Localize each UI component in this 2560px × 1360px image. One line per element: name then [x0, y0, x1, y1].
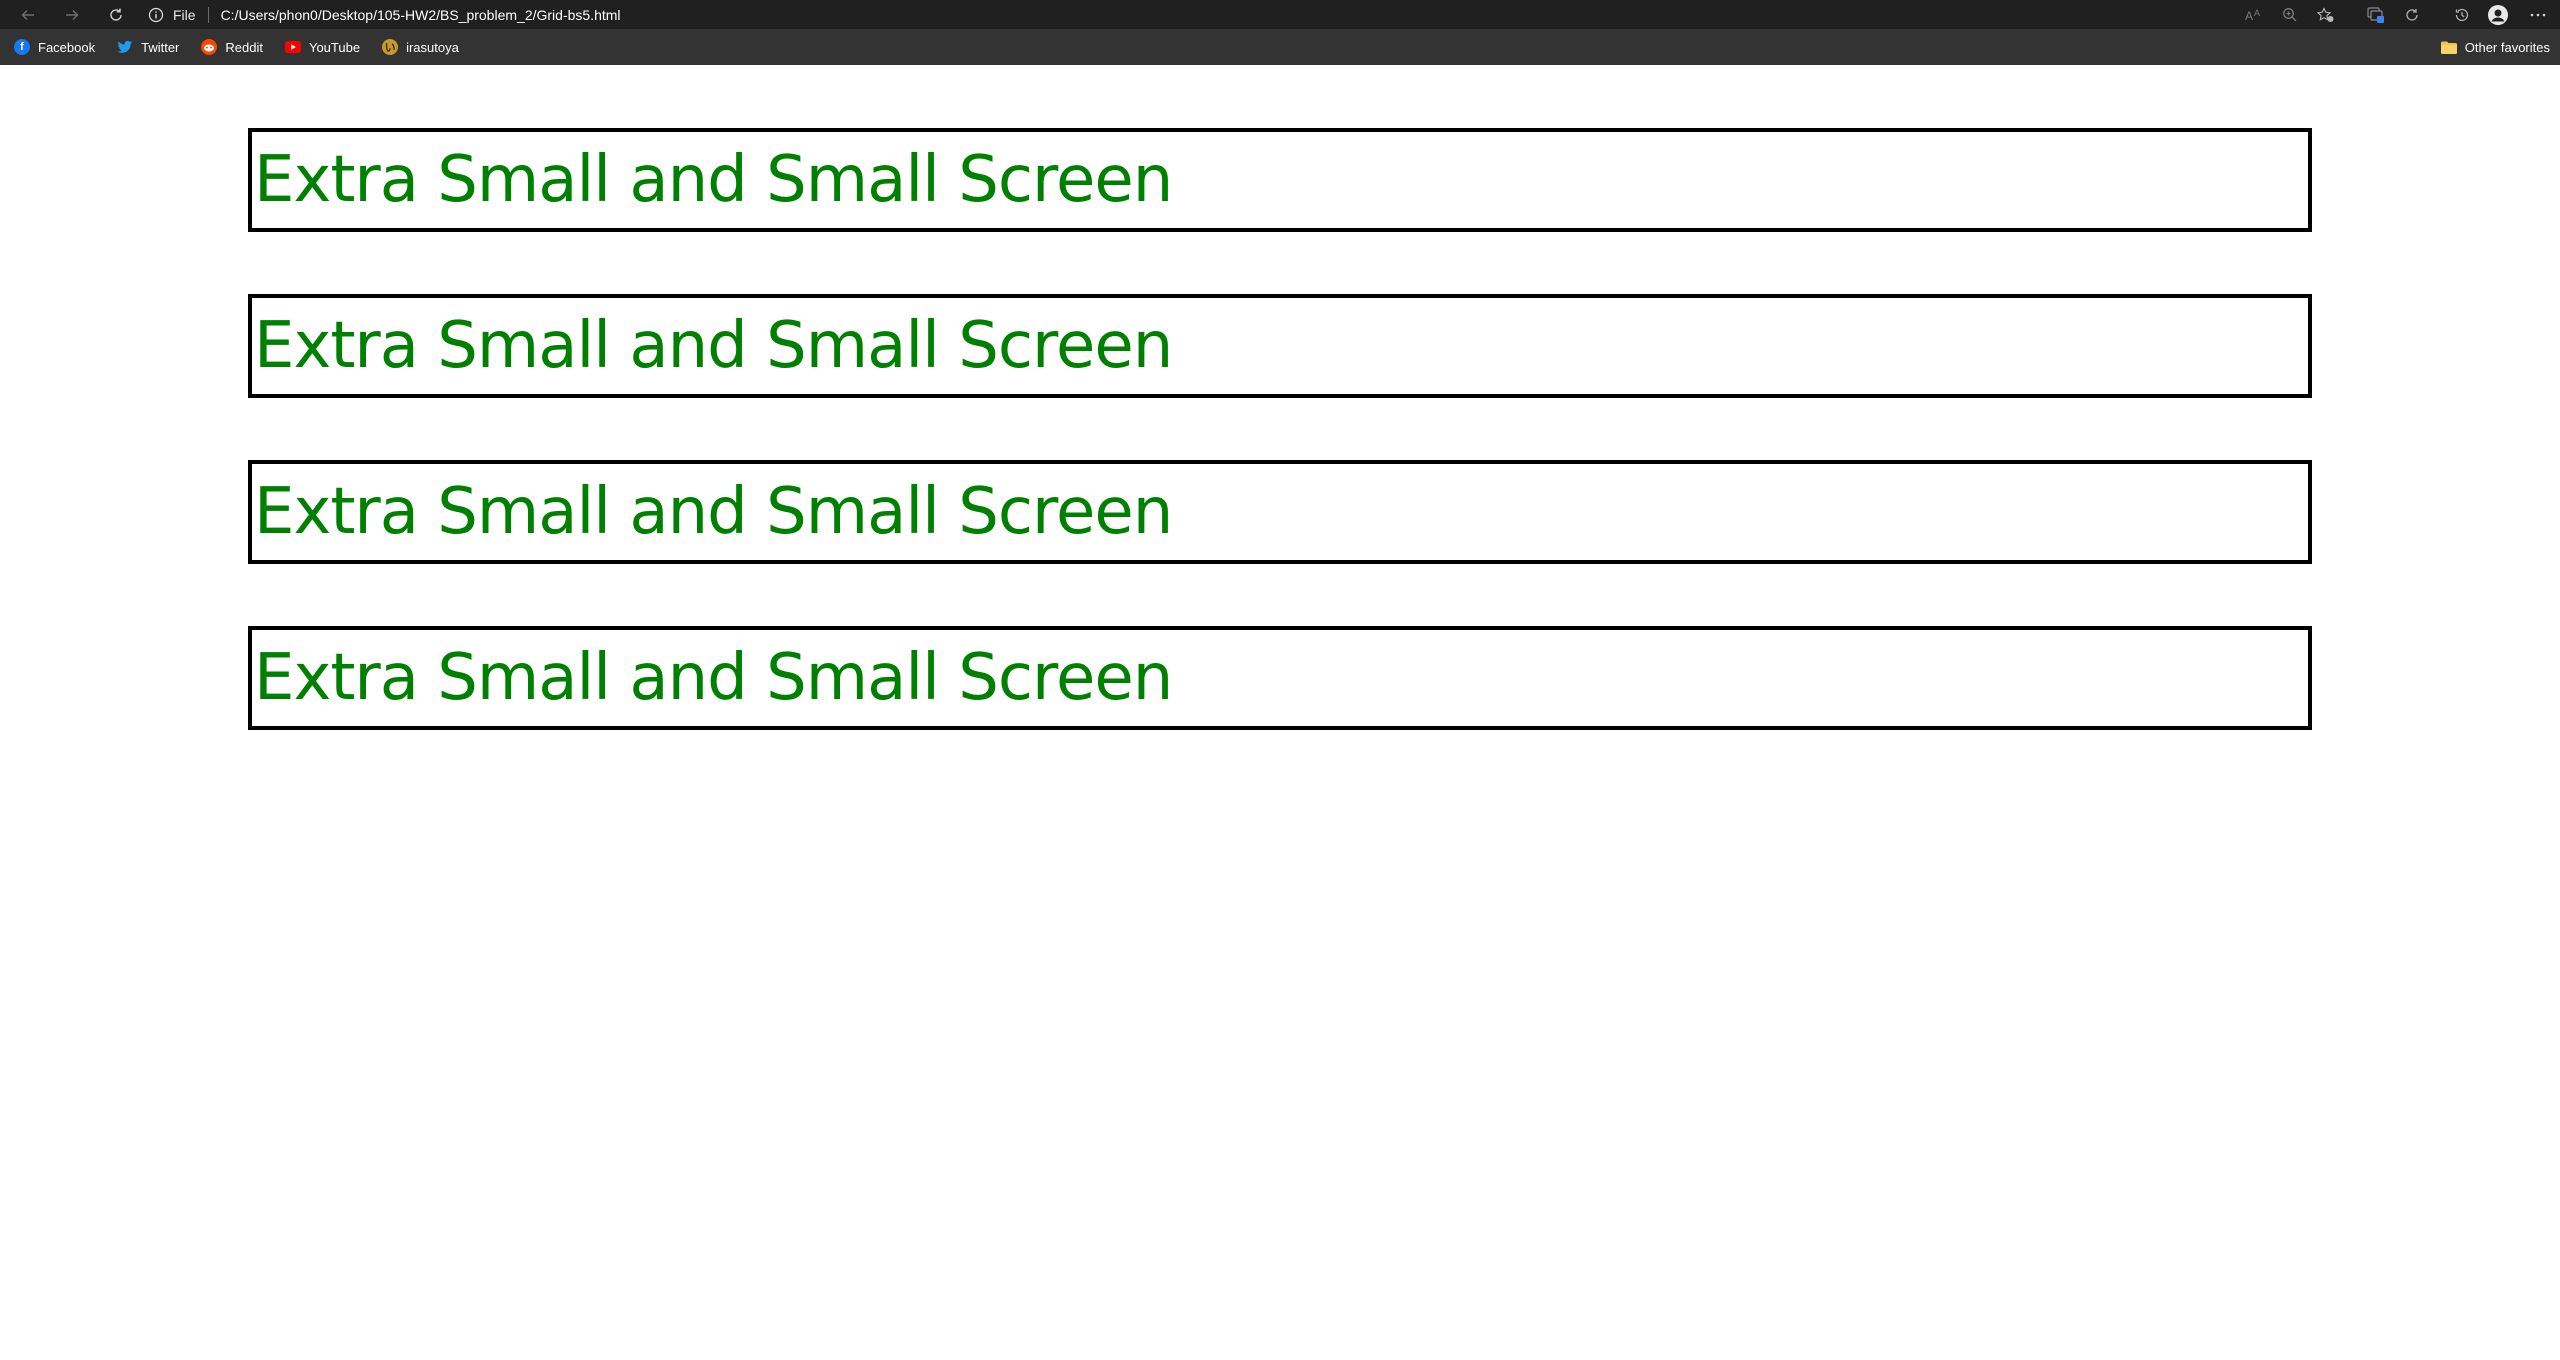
bookmark-label: Twitter: [141, 39, 180, 55]
avatar-icon: [2488, 4, 2508, 25]
bookmark-facebook[interactable]: f Facebook: [6, 29, 103, 65]
svg-text:A: A: [2254, 8, 2260, 18]
more-icon: [2530, 13, 2546, 16]
browser-toolbar: File C:/Users/phon0/Desktop/105-HW2/BS_p…: [0, 0, 2560, 29]
star-add-icon: [2317, 6, 2334, 22]
read-aloud-button[interactable]: A A: [2236, 0, 2272, 29]
box-text: Extra Small and Small Screen: [254, 309, 1173, 383]
youtube-icon: [284, 39, 301, 55]
zoom-icon: [2283, 7, 2297, 21]
bookmark-label: Reddit: [225, 39, 263, 55]
box-text: Extra Small and Small Screen: [254, 475, 1173, 549]
profile-button[interactable]: [2480, 0, 2516, 29]
read-aloud-icon: A A: [2245, 8, 2260, 23]
grid-box: Extra Small and Small Screen: [248, 626, 2312, 730]
arrow-right-icon: [66, 9, 79, 20]
bookmark-label: Facebook: [38, 39, 96, 55]
back-button[interactable]: [6, 0, 50, 29]
facebook-icon: f: [14, 39, 30, 55]
svg-text:A: A: [2245, 9, 2253, 23]
page-viewport: Extra Small and Small Screen Extra Small…: [0, 65, 2560, 1360]
address-scheme-label: File: [173, 6, 196, 23]
bookmark-label: YouTube: [308, 39, 361, 55]
extensions-button[interactable]: [2394, 0, 2430, 29]
bookmark-youtube[interactable]: YouTube: [277, 29, 368, 65]
refresh-icon: [110, 8, 122, 21]
address-divider: [207, 6, 209, 23]
grid-box: Extra Small and Small Screen: [248, 128, 2312, 232]
info-icon: [148, 7, 164, 22]
zoom-button[interactable]: [2272, 0, 2308, 29]
bookmark-irasutoya[interactable]: い irasutoya: [374, 29, 467, 65]
box-text: Extra Small and Small Screen: [254, 641, 1173, 715]
bookmarks-bar: f Facebook Twitter Reddit YouTube い iras…: [0, 29, 2560, 65]
folder-icon: [2440, 41, 2457, 54]
other-favorites[interactable]: Other favorites: [2440, 29, 2550, 65]
history-icon: [2455, 8, 2469, 21]
grid-box: Extra Small and Small Screen: [248, 294, 2312, 398]
extensions-icon: [2406, 8, 2418, 21]
refresh-button[interactable]: [94, 0, 138, 29]
bookmark-label: irasutoya: [406, 39, 459, 55]
more-options-button[interactable]: [2516, 0, 2560, 29]
address-bar[interactable]: File C:/Users/phon0/Desktop/105-HW2/BS_p…: [145, 3, 2145, 26]
forward-button[interactable]: [50, 0, 94, 29]
irasutoya-icon: い: [382, 39, 399, 55]
box-text: Extra Small and Small Screen: [254, 143, 1173, 217]
other-favorites-label: Other favorites: [2464, 39, 2550, 55]
history-button[interactable]: [2444, 0, 2480, 29]
tab-actions-button[interactable]: [2358, 0, 2394, 29]
bookmark-reddit[interactable]: Reddit: [193, 29, 271, 65]
toolbar-actions: A A: [2236, 0, 2560, 29]
arrow-left-icon: [21, 9, 34, 20]
twitter-icon: [117, 39, 133, 55]
site-info-button[interactable]: [145, 4, 167, 26]
grid-box: Extra Small and Small Screen: [248, 460, 2312, 564]
add-favorite-button[interactable]: [2308, 0, 2344, 29]
reddit-icon: [201, 39, 218, 55]
address-url[interactable]: C:/Users/phon0/Desktop/105-HW2/BS_proble…: [221, 7, 621, 23]
collections-icon: [2367, 6, 2384, 23]
bookmark-twitter[interactable]: Twitter: [109, 29, 187, 65]
